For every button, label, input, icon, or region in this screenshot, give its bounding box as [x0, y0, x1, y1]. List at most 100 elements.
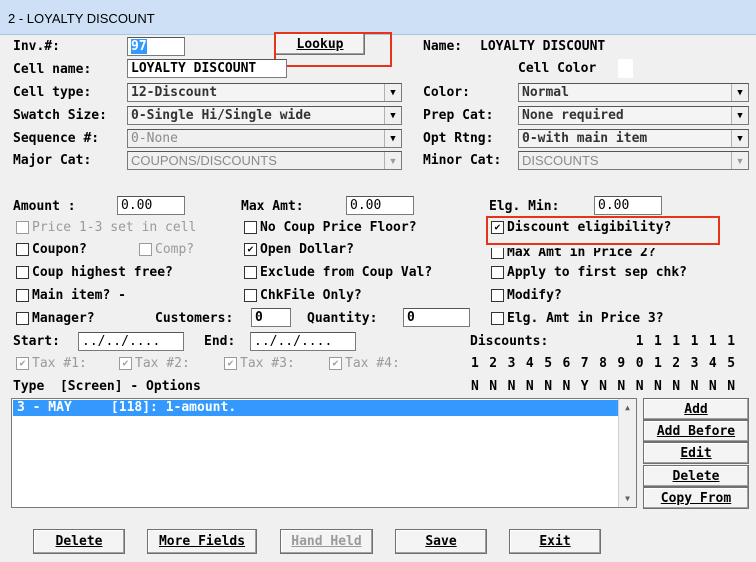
sequence-label: Sequence #: — [13, 131, 100, 146]
highlight-discount-eligibility — [486, 216, 720, 245]
coup-highest-free-checkbox[interactable]: Coup highest free? — [16, 265, 173, 280]
chevron-down-icon[interactable]: ▼ — [384, 107, 401, 124]
chevron-down-icon[interactable]: ▼ — [384, 152, 401, 169]
name-label: Name: — [423, 39, 463, 54]
max-amt-price2-checkbox[interactable]: Max Amt in Price 2? — [491, 248, 656, 260]
chevron-down-icon[interactable]: ▼ — [731, 107, 748, 124]
max-amt-field[interactable]: 0.00 — [346, 196, 414, 215]
quantity-field[interactable]: 0 — [403, 308, 470, 327]
discount-ones-cell: 8 — [599, 356, 607, 371]
modify-checkbox[interactable]: Modify? — [491, 288, 562, 303]
main-item-checkbox[interactable]: Main item? - — [16, 288, 126, 303]
discount-flags-cell[interactable]: N — [508, 379, 516, 394]
list-item[interactable]: 3 - MAY [118]: 1-amount. — [13, 400, 621, 416]
discount-ones-cell: 4 — [708, 356, 717, 371]
discount-flags-cell[interactable]: Y — [581, 379, 589, 394]
discounts-label: Discounts: — [470, 334, 549, 349]
exit-button[interactable]: Exit — [509, 529, 601, 554]
discount-flags-cell[interactable]: N — [544, 379, 552, 394]
tax1-checkbox[interactable]: ✔ Tax #1: — [16, 356, 87, 371]
apply-first-sep-chk-checkbox[interactable]: Apply to first sep chk? — [491, 265, 687, 280]
price13-checkbox[interactable]: Price 1-3 set in cell — [16, 220, 196, 235]
start-date-field[interactable]: ../../.... — [78, 332, 184, 351]
end-date-field[interactable]: ../../.... — [250, 332, 356, 351]
coupon-checkbox[interactable]: Coupon? — [16, 242, 87, 257]
exclude-coup-val-checkbox[interactable]: Exclude from Coup Val? — [244, 265, 432, 280]
discount-flags-cell[interactable]: N — [617, 379, 625, 394]
cell-color-label: Cell Color — [518, 61, 597, 76]
swatch-size-select[interactable]: 0-Single Hi/Single wide ▼ — [127, 106, 402, 125]
no-coup-floor-checkbox[interactable]: No Coup Price Floor? — [244, 220, 417, 235]
hand-held-button[interactable]: Hand Held — [280, 529, 373, 554]
open-dollar-checkbox[interactable]: ✔ Open Dollar? — [244, 242, 354, 257]
prep-cat-select[interactable]: None required ▼ — [518, 106, 749, 125]
save-button[interactable]: Save — [395, 529, 487, 554]
discount-ones-cell: 5 — [727, 356, 736, 371]
item-editor-window: 2 - LOYALTY DISCOUNT Inv.#: 97 Lookup Na… — [0, 0, 756, 562]
discount-flags-cell[interactable]: N — [654, 379, 662, 394]
discount-flags-cell[interactable]: N — [709, 379, 717, 394]
prep-cat-label: Prep Cat: — [423, 108, 494, 123]
comp-checkbox[interactable]: Comp? — [139, 242, 194, 257]
cell-name-field[interactable]: LOYALTY DISCOUNT — [127, 59, 287, 78]
chevron-down-icon[interactable]: ▼ — [731, 130, 748, 147]
customers-field[interactable]: 0 — [251, 308, 291, 327]
discount-flags-cell[interactable]: N — [489, 379, 497, 394]
start-label: Start: — [13, 334, 60, 349]
edit-button[interactable]: Edit — [643, 442, 749, 464]
opt-rtng-select[interactable]: 0-with main item ▼ — [518, 129, 749, 148]
elg-min-field[interactable]: 0.00 — [594, 196, 662, 215]
cell-name-label: Cell name: — [13, 62, 92, 77]
delete-button[interactable]: Delete — [33, 529, 125, 554]
delete-option-button[interactable]: Delete — [643, 465, 749, 487]
chkfile-only-checkbox[interactable]: ChkFile Only? — [244, 288, 362, 303]
discount-tens-cell: 1 — [690, 334, 699, 349]
tax4-checkbox[interactable]: ✔ Tax #4: — [329, 356, 400, 371]
inv-field[interactable]: 97 — [127, 37, 185, 56]
amount-field[interactable]: 0.00 — [117, 196, 185, 215]
chevron-down-icon[interactable]: ▼ — [731, 84, 748, 101]
discount-flags-cell[interactable]: N — [636, 379, 644, 394]
discount-flags-cell[interactable]: N — [563, 379, 571, 394]
tax2-checkbox[interactable]: ✔ Tax #2: — [119, 356, 190, 371]
discount-tens-cell: 1 — [727, 334, 736, 349]
discount-flags-cell[interactable]: N — [672, 379, 680, 394]
manager-checkbox[interactable]: Manager? — [16, 311, 95, 326]
discount-ones-cell: 6 — [562, 356, 571, 371]
discount-tens-cell: 1 — [635, 334, 644, 349]
discount-ones-cell: 3 — [507, 356, 516, 371]
chevron-down-icon[interactable]: ▼ — [384, 84, 401, 101]
add-before-button[interactable]: Add Before — [643, 420, 749, 442]
discount-flags-cell[interactable]: N — [526, 379, 534, 394]
discount-ones-cell: 7 — [580, 356, 589, 371]
discount-ones-cell: 4 — [525, 356, 534, 371]
chevron-down-icon[interactable]: ▼ — [384, 130, 401, 147]
swatch-size-label: Swatch Size: — [13, 108, 107, 123]
scroll-down-icon[interactable]: ▼ — [619, 490, 636, 507]
window-title: 2 - LOYALTY DISCOUNT — [8, 11, 155, 26]
copy-from-button[interactable]: Copy From — [643, 487, 749, 509]
cell-type-select[interactable]: 12-Discount ▼ — [127, 83, 402, 102]
discount-ones-cell: 1 — [471, 356, 479, 371]
add-button[interactable]: Add — [643, 398, 749, 420]
major-cat-select[interactable]: COUPONS/DISCOUNTS ▼ — [127, 151, 402, 170]
more-fields-button[interactable]: More Fields — [147, 529, 257, 554]
color-select[interactable]: Normal ▼ — [518, 83, 749, 102]
discount-flags-cell[interactable]: N — [471, 379, 479, 394]
elg-amt-price3-checkbox[interactable]: Elg. Amt in Price 3? — [491, 311, 664, 326]
options-list[interactable]: 3 - MAY [118]: 1-amount. ▲ ▼ — [11, 398, 637, 508]
title-bar: 2 - LOYALTY DISCOUNT — [0, 0, 756, 35]
discount-flags-cell[interactable]: N — [691, 379, 699, 394]
discount-flags-cell[interactable]: N — [727, 379, 735, 394]
cell-color-swatch[interactable] — [618, 59, 633, 78]
elg-min-label: Elg. Min: — [489, 199, 560, 214]
minor-cat-select[interactable]: DISCOUNTS ▼ — [518, 151, 749, 170]
sequence-select[interactable]: 0-None ▼ — [127, 129, 402, 148]
discount-ones-cell: 5 — [544, 356, 553, 371]
options-scrollbar[interactable]: ▲ ▼ — [618, 399, 636, 507]
tax3-checkbox[interactable]: ✔ Tax #3: — [224, 356, 295, 371]
scroll-up-icon[interactable]: ▲ — [619, 399, 636, 416]
major-cat-label: Major Cat: — [13, 153, 92, 168]
chevron-down-icon[interactable]: ▼ — [731, 152, 748, 169]
discount-flags-cell[interactable]: N — [599, 379, 607, 394]
